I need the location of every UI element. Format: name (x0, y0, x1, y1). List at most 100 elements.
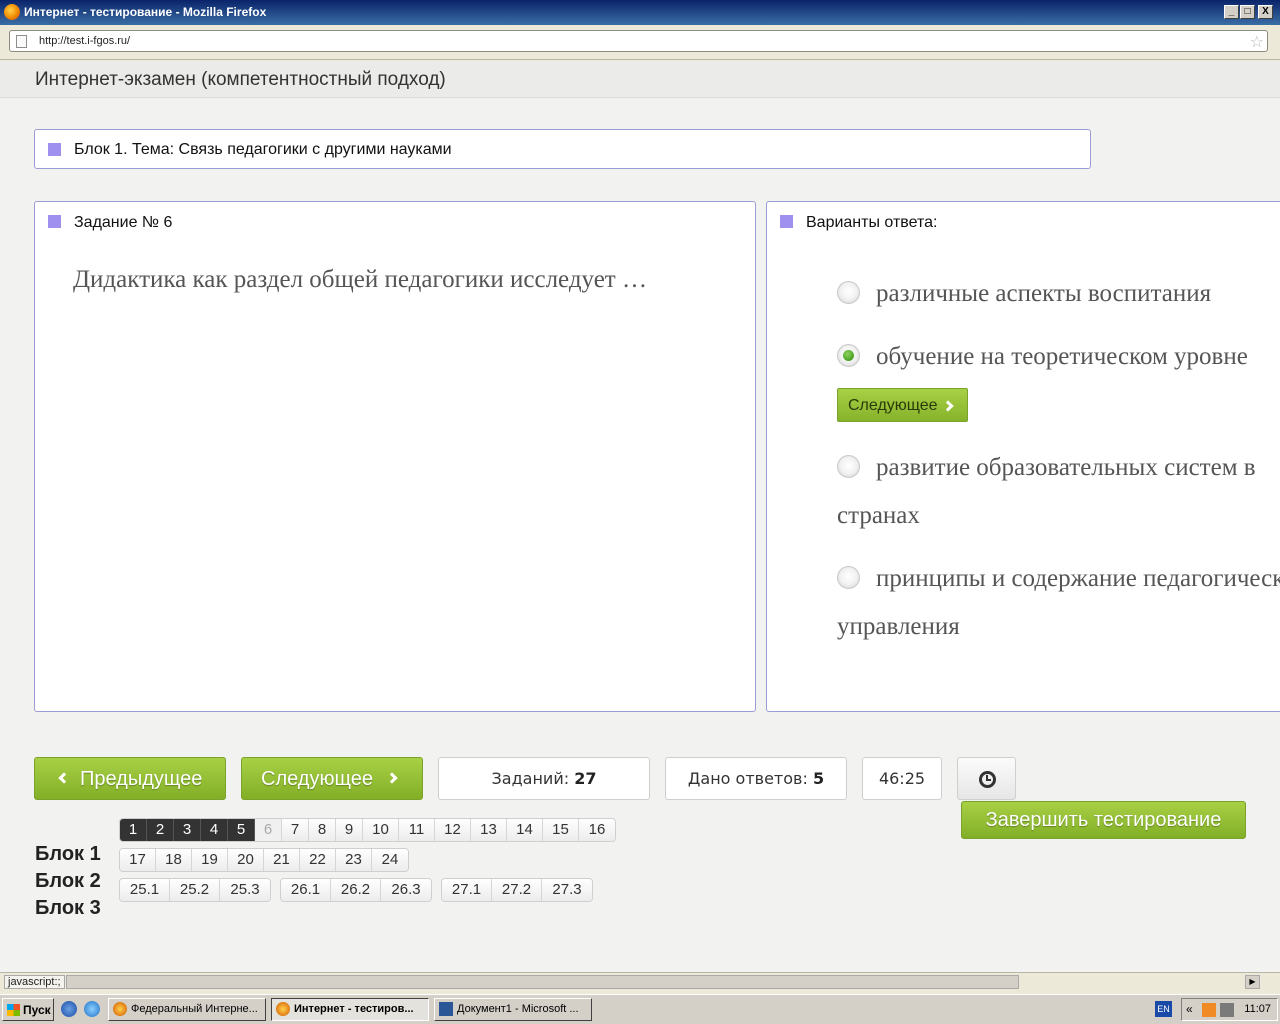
inline-next-label: Следующее (848, 397, 938, 414)
answer-option-text: различные аспекты воспитания (876, 280, 1212, 307)
answers-panel: Варианты ответа: различные аспекты воспи… (766, 201, 1280, 712)
timer: 46:25 (878, 769, 926, 788)
browser-navbar: http://test.i-fgos.ru/ ☆ (0, 25, 1280, 60)
tray-expand-icon[interactable]: « (1186, 1002, 1193, 1016)
question-number-button[interactable]: 25.1 (120, 879, 170, 901)
radio-button[interactable] (837, 455, 860, 478)
clock-time: 11:07 (1244, 1003, 1271, 1015)
question-number-button[interactable]: 8 (309, 819, 336, 841)
language-indicator[interactable]: EN (1155, 1001, 1172, 1017)
question-number-button[interactable]: 15 (543, 819, 579, 841)
minimize-button[interactable]: _ (1224, 5, 1239, 19)
question-number-button[interactable]: 26.1 (281, 879, 331, 901)
question-heading: Задание № 6 (74, 214, 173, 231)
question-number-button[interactable]: 26.3 (381, 879, 431, 901)
clock-icon (979, 771, 996, 788)
taskbar-item-label: Документ1 - Microsoft ... (457, 1003, 579, 1015)
taskbar-item-active[interactable]: Интернет - тестиров... (271, 998, 429, 1021)
scroll-right-arrow-icon[interactable]: ▶ (1245, 975, 1260, 989)
url-bar[interactable]: http://test.i-fgos.ru/ ☆ (9, 30, 1268, 52)
page-header: Интернет-экзамен (компетентностный подхо… (0, 61, 1280, 98)
question-number-group: 25.1 25.2 25.3 (119, 878, 271, 902)
question-panel: Задание № 6 Дидактика как раздел общей п… (34, 201, 756, 712)
question-number-button[interactable]: 7 (282, 819, 309, 841)
timer-toggle-button[interactable] (957, 757, 1016, 800)
radio-button-selected[interactable] (837, 344, 860, 367)
question-number-button[interactable]: 25.3 (220, 879, 270, 901)
inline-next-button[interactable]: Следующее (837, 388, 968, 422)
question-number-button[interactable]: 3 (174, 819, 201, 841)
question-number-button[interactable]: 10 (363, 819, 399, 841)
radio-button[interactable] (837, 566, 860, 589)
question-number-button[interactable]: 4 (201, 819, 228, 841)
question-number-button[interactable]: 18 (156, 849, 192, 871)
question-number-button[interactable]: 27.1 (442, 879, 492, 901)
question-number-button[interactable]: 12 (435, 819, 471, 841)
firefox-icon (4, 4, 20, 20)
maximize-button[interactable]: □ (1240, 5, 1255, 19)
square-marker-icon (780, 215, 793, 228)
question-number-button[interactable]: 27.3 (542, 879, 592, 901)
question-number-button[interactable]: 21 (264, 849, 300, 871)
block-topic-box: Блок 1. Тема: Связь педагогики с другими… (34, 129, 1091, 169)
start-label: Пуск (23, 1003, 51, 1017)
timer-box: 46:25 (862, 757, 942, 800)
question-number-button[interactable]: 27.2 (492, 879, 542, 901)
next-button[interactable]: Следующее (241, 757, 423, 800)
question-number-button[interactable]: 2 (147, 819, 174, 841)
answer-option-3[interactable]: развитие образовательных систем в страна… (837, 444, 1256, 540)
status-text: javascript:; (4, 975, 65, 989)
finish-test-button[interactable]: Завершить тестирование (961, 801, 1246, 839)
question-number-button[interactable]: 24 (372, 849, 408, 871)
answer-option-text: принципы и содержание педагогического (876, 565, 1280, 592)
answer-option-1[interactable]: различные аспекты воспитания (837, 270, 1211, 318)
tray-app-icon[interactable] (1220, 1003, 1234, 1017)
bookmark-star-icon[interactable]: ☆ (1250, 32, 1264, 52)
media-player-icon[interactable] (61, 1001, 77, 1017)
question-number-button[interactable]: 16 (579, 819, 615, 841)
square-marker-icon (48, 143, 61, 156)
question-number-group: 27.1 27.2 27.3 (441, 878, 593, 902)
answer-option-text-cont: управления (837, 613, 960, 640)
block-labels: Блок 1 Блок 2 Блок 3 (35, 841, 101, 922)
prev-button-label: Предыдущее (80, 768, 203, 790)
question-number-button[interactable]: 25.2 (170, 879, 220, 901)
question-number-button[interactable]: 17 (120, 849, 156, 871)
question-nav-row-2: 17 18 19 20 21 22 23 24 (119, 848, 418, 872)
answer-option-text: обучение на теоретическом уровне (876, 343, 1248, 370)
question-number-group: 26.1 26.2 26.3 (280, 878, 432, 902)
question-number-button[interactable]: 13 (471, 819, 507, 841)
taskbar-item-label: Интернет - тестиров... (294, 1003, 414, 1015)
word-icon (439, 1002, 453, 1016)
window-titlebar[interactable]: Интернет - тестирование - Mozilla Firefo… (0, 0, 1280, 25)
internet-explorer-icon[interactable] (84, 1001, 100, 1017)
question-number-button[interactable]: 9 (336, 819, 363, 841)
chevron-right-icon (942, 400, 954, 412)
tray-app-icon[interactable] (1202, 1003, 1216, 1017)
question-number-button[interactable]: 23 (336, 849, 372, 871)
question-number-button[interactable]: 5 (228, 819, 255, 841)
taskbar-item[interactable]: Федеральный Интерне... (108, 998, 266, 1021)
block-label: Блок 2 (35, 870, 101, 892)
question-number-button[interactable]: 20 (228, 849, 264, 871)
horizontal-scrollbar[interactable] (66, 975, 1019, 989)
question-number-button[interactable]: 1 (120, 819, 147, 841)
answer-option-2[interactable]: обучение на теоретическом уровне (837, 333, 1248, 381)
close-button[interactable]: X (1258, 5, 1273, 19)
firefox-icon (276, 1002, 290, 1016)
question-number-button[interactable]: 22 (300, 849, 336, 871)
chevron-right-icon (386, 772, 398, 784)
question-number-button[interactable]: 6 (255, 819, 282, 841)
prev-button[interactable]: Предыдущее (34, 757, 226, 800)
answer-option-4[interactable]: принципы и содержание педагогического уп… (837, 555, 1280, 651)
radio-button[interactable] (837, 281, 860, 304)
question-number-button[interactable]: 19 (192, 849, 228, 871)
question-number-button[interactable]: 26.2 (331, 879, 381, 901)
answered-label: Дано ответов: (687, 769, 808, 788)
question-number-group: 17 18 19 20 21 22 23 24 (119, 848, 409, 872)
window-title: Интернет - тестирование - Mozilla Firefo… (24, 5, 267, 19)
start-button[interactable]: Пуск (2, 998, 54, 1021)
question-number-button[interactable]: 14 (507, 819, 543, 841)
taskbar-item[interactable]: Документ1 - Microsoft ... (434, 998, 592, 1021)
question-number-button[interactable]: 11 (399, 819, 435, 841)
